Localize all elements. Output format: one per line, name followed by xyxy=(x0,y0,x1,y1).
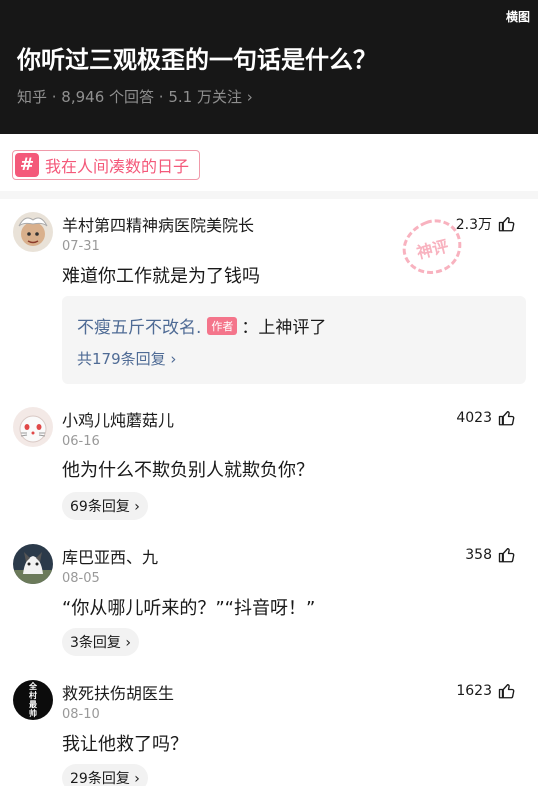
comment-date: 07-31 xyxy=(62,239,100,254)
topic-area: # 我在人间凑数的日子 xyxy=(0,134,538,196)
comment-text: 他为什么不欺负别人就欺负你？ xyxy=(62,460,314,481)
avatar[interactable] xyxy=(13,544,53,584)
avatar[interactable] xyxy=(13,212,53,252)
like-button[interactable]: 1623 xyxy=(456,682,516,700)
avatar-text: 全村最帅 xyxy=(29,682,37,718)
thumbs-up-icon xyxy=(498,216,515,232)
view-replies-button[interactable]: 69条回复 › xyxy=(62,492,148,520)
comment-text: 我让他救了吗？ xyxy=(62,734,188,755)
comment-date: 08-05 xyxy=(62,571,100,586)
hash-icon: # xyxy=(15,153,39,177)
thumbs-up-icon xyxy=(498,410,515,426)
topic-label: 我在人间凑数的日子 xyxy=(45,157,190,176)
avatar[interactable] xyxy=(13,407,53,447)
like-button[interactable]: 358 xyxy=(465,546,516,564)
like-button[interactable]: 2.3万 xyxy=(456,214,516,234)
question-title: 你听过三观极歪的一句话是什么？ xyxy=(17,46,377,74)
comment-author[interactable]: 库巴亚西、九 xyxy=(62,544,158,568)
like-count: 1623 xyxy=(456,683,492,699)
like-count: 2.3万 xyxy=(455,217,492,233)
comment-text: “你从哪儿听来的？”“抖音呀！” xyxy=(62,598,316,619)
comment-date: 06-16 xyxy=(62,434,100,449)
comment-author[interactable]: 羊村第四精神病医院美院长 xyxy=(62,212,254,236)
view-replies-link[interactable]: 共179条回复 › xyxy=(77,348,176,369)
reply-text: ：上神评了 xyxy=(241,318,327,338)
question-header: 横图 你听过三观极歪的一句话是什么？ 知乎 · 8,946 个回答 · 5.1 … xyxy=(0,0,538,134)
comment-author[interactable]: 救死扶伤胡医生 xyxy=(62,680,174,704)
view-replies-button[interactable]: 3条回复 › xyxy=(62,628,139,656)
reply-preview[interactable]: 不瘦五斤不改名. 作者 ：上神评了 共179条回复 › xyxy=(62,296,526,384)
thumbs-up-icon xyxy=(498,683,515,699)
comment-author[interactable]: 小鸡儿炖蘑菇儿 xyxy=(62,407,174,431)
like-count: 4023 xyxy=(456,410,492,426)
stamp-text: 神评 xyxy=(415,236,451,262)
comment-date: 08-10 xyxy=(62,707,100,722)
like-button[interactable]: 4023 xyxy=(456,409,516,427)
landscape-mode-button[interactable]: 横图 xyxy=(506,8,530,25)
view-replies-button[interactable]: 29条回复 › xyxy=(62,764,148,786)
author-badge: 作者 xyxy=(207,316,238,335)
hot-comment-stamp: 神评 xyxy=(402,219,462,274)
section-divider xyxy=(0,191,538,199)
thumbs-up-icon xyxy=(498,547,515,563)
reply-author[interactable]: 不瘦五斤不改名. xyxy=(77,313,201,338)
like-count: 358 xyxy=(465,547,492,563)
avatar[interactable]: 全村最帅 xyxy=(13,680,53,720)
question-meta[interactable]: 知乎 · 8,946 个回答 · 5.1 万关注 › xyxy=(17,86,253,107)
comment-text: 难道你工作就是为了钱吗 xyxy=(62,266,260,287)
topic-tag[interactable]: # 我在人间凑数的日子 xyxy=(12,150,201,180)
